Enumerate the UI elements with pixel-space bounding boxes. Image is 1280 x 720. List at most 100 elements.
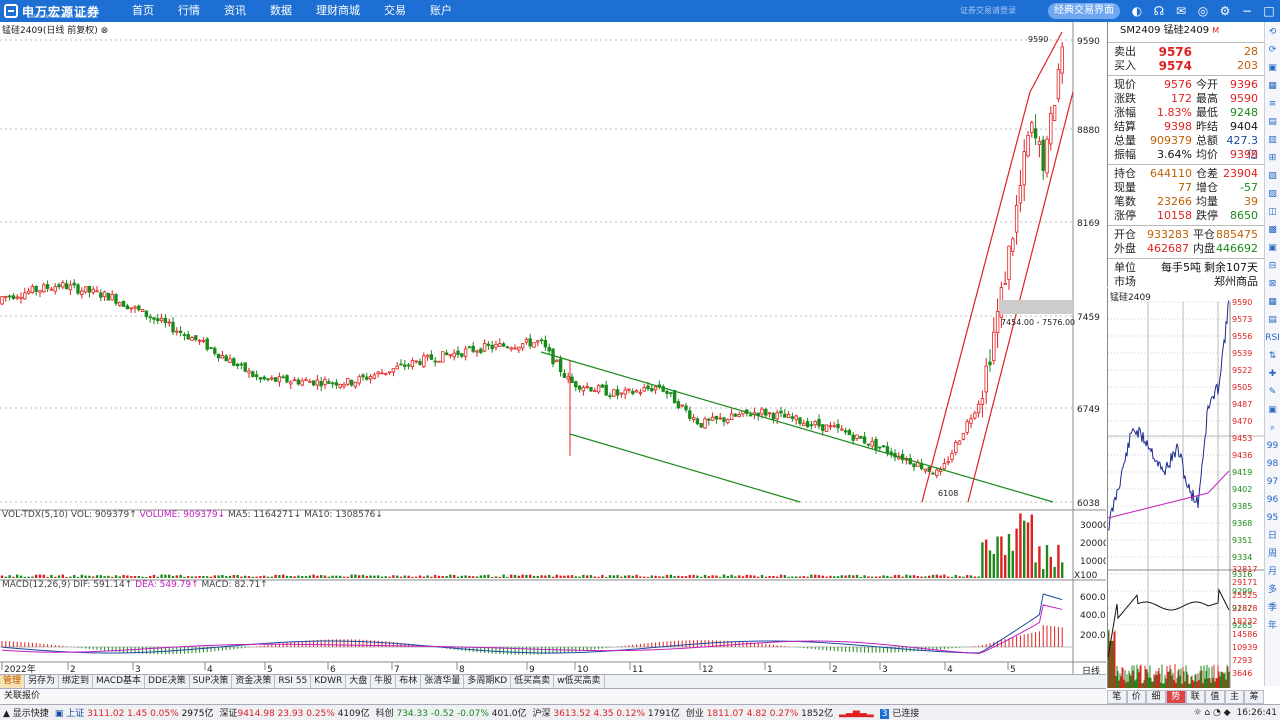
volume-bar — [874, 576, 878, 578]
sz-index[interactable]: 深证9414.98 23.93 0.25% 4109亿 — [216, 706, 372, 719]
vol-value: VOL: 909379↑ — [70, 510, 137, 520]
kc-index[interactable]: 科创 734.33 -0.52 -0.07% 401.0亿 — [373, 706, 530, 719]
side-tool-icon[interactable]: ✚ — [1265, 366, 1280, 382]
kline-chart-area[interactable]: 9590 8880 8169 7459 6749 6038 7454.00 - 7576.0… — [0, 22, 1106, 674]
settings-icon[interactable]: ⚙ — [1216, 2, 1234, 20]
intraday-tab[interactable]: 价 — [1126, 690, 1147, 704]
dark-mode-icon[interactable]: ◐ — [1128, 2, 1146, 20]
headset-icon[interactable]: ☊ — [1150, 2, 1168, 20]
hs-index[interactable]: 沪深 3613.52 4.35 0.12% 1791亿 — [530, 706, 683, 719]
intraday-tab[interactable]: 筹 — [1244, 690, 1264, 704]
sell-row[interactable]: 卖出 9576 28 — [1108, 45, 1264, 59]
side-tool-icon[interactable]: ▦ — [1265, 294, 1280, 310]
side-tool-icon[interactable]: ▤ — [1265, 312, 1280, 328]
menu-item[interactable]: 资讯 — [212, 0, 258, 22]
connection-status[interactable]: 3 已连接 — [877, 706, 923, 719]
indicator-tab[interactable]: 布林 — [396, 675, 422, 688]
side-tool-icon[interactable]: ⟳ — [1265, 42, 1280, 58]
maximize-icon[interactable]: □ — [1260, 2, 1278, 20]
menu-item[interactable]: 首页 — [120, 0, 166, 22]
indicator-tab[interactable]: SUP决策 — [190, 675, 233, 688]
side-tool-icon[interactable]: RSI — [1265, 330, 1280, 346]
side-tool-icon[interactable]: ⟲ — [1265, 24, 1280, 40]
sh-index[interactable]: ▣ 上证 3111.02 1.45 0.05% 2975亿 — [52, 706, 217, 719]
chart-close-icon[interactable]: ⊗ — [101, 26, 109, 36]
intraday-tab[interactable]: 联 — [1185, 690, 1206, 704]
side-tool-icon[interactable]: ▧ — [1265, 168, 1280, 184]
indicator-tab[interactable]: KDWR — [311, 675, 347, 688]
intraday-tab[interactable]: 笔 — [1107, 690, 1127, 704]
indicator-tab[interactable]: 牛股 — [371, 675, 397, 688]
candle-body — [790, 416, 795, 419]
side-tool-icon[interactable]: 98 — [1265, 456, 1280, 472]
menu-item[interactable]: 理财商城 — [304, 0, 372, 22]
side-tool-icon[interactable]: 月 — [1265, 564, 1280, 580]
side-tool-icon[interactable]: 96 — [1265, 492, 1280, 508]
kline-chart[interactable]: 9590888081697459674960387454.00 - 7576.0… — [0, 22, 1106, 674]
indicator-tab[interactable]: 张清华量 — [421, 675, 465, 688]
cy-index[interactable]: 创业 1811.07 4.82 0.27% 1852亿 — [683, 706, 836, 719]
indicator-tab[interactable]: 绑定到 — [59, 675, 94, 688]
side-tool-icon[interactable]: ≡ — [1265, 96, 1280, 112]
side-tool-icon[interactable]: ⇅ — [1265, 348, 1280, 364]
side-tool-icon[interactable]: ✎ — [1265, 384, 1280, 400]
volume-bar — [692, 574, 695, 578]
candle-body — [885, 446, 890, 453]
side-tool-icon[interactable]: 日 — [1265, 528, 1280, 544]
side-tool-icon[interactable]: ▨ — [1265, 186, 1280, 202]
side-tool-icon[interactable]: ▣ — [1265, 240, 1280, 256]
side-tool-icon[interactable]: 多 — [1265, 582, 1280, 598]
indicator-tab[interactable]: MACD基本 — [93, 675, 146, 688]
side-tool-icon[interactable]: ⌕ — [1265, 420, 1280, 436]
intraday-chart[interactable]: 9590 9573 9556 9539 9522 9505 9487 9470 9453 9436… — [1107, 288, 1265, 688]
side-tool-icon[interactable]: ▣ — [1265, 60, 1280, 76]
intraday-tab[interactable]: 细 — [1146, 690, 1166, 704]
menu-item[interactable]: 交易 — [372, 0, 418, 22]
side-tool-icon[interactable]: ▩ — [1265, 222, 1280, 238]
side-tool-icon[interactable]: ▤ — [1265, 114, 1280, 130]
low-marker: 6108 — [938, 489, 958, 498]
volume-bar — [817, 575, 821, 578]
indicator-tab[interactable]: w低买高卖 — [554, 675, 605, 688]
candle-body — [524, 338, 529, 343]
side-tool-icon[interactable]: 99 — [1265, 438, 1280, 454]
side-tool-icon[interactable]: 95 — [1265, 510, 1280, 526]
indicator-tab[interactable]: 低买高卖 — [511, 675, 555, 688]
side-tool-icon[interactable]: 年 — [1265, 618, 1280, 634]
side-tool-icon[interactable]: ▥ — [1265, 132, 1280, 148]
main-menu: 首页 行情 资讯 数据 理财商城 交易 账户 — [120, 0, 464, 22]
volume-bar — [1038, 546, 1041, 578]
intraday-tab[interactable]: 值 — [1205, 690, 1225, 704]
indicator-tab[interactable]: RSI 55 — [275, 675, 312, 688]
menu-item[interactable]: 行情 — [166, 0, 212, 22]
login-hint[interactable]: 证券交易请登录 — [960, 0, 1016, 22]
quick-toggle[interactable]: ▲ 显示快捷 — [0, 706, 52, 719]
mail-icon[interactable]: ✉ — [1172, 2, 1190, 20]
side-tool-icon[interactable]: ⊞ — [1265, 150, 1280, 166]
related-quotes-label[interactable]: 关联报价 — [0, 689, 1106, 704]
indicator-tab[interactable]: 另存为 — [25, 675, 60, 688]
menu-item[interactable]: 数据 — [258, 0, 304, 22]
volume-bar — [510, 574, 513, 578]
indicator-tab[interactable]: 多周期KD — [464, 675, 512, 688]
indicator-tab[interactable]: DDE决策 — [145, 675, 190, 688]
side-tool-icon[interactable]: ▣ — [1265, 402, 1280, 418]
menu-item[interactable]: 账户 — [418, 0, 464, 22]
minimize-icon[interactable]: − — [1238, 2, 1256, 20]
side-tool-icon[interactable]: 季 — [1265, 600, 1280, 616]
intraday-tab[interactable]: 主 — [1224, 690, 1245, 704]
side-tool-icon[interactable]: ⊠ — [1265, 276, 1280, 292]
indicator-tab[interactable]: 大盘 — [346, 675, 372, 688]
indicator-tab[interactable]: 资金决策 — [232, 675, 276, 688]
buy-row[interactable]: 买入 9574 203 — [1108, 59, 1264, 73]
intraday-tab[interactable]: 势 — [1165, 690, 1186, 704]
intraday-chart-svg[interactable]: 9590 9573 9556 9539 9522 9505 9487 9470 9453 9436… — [1107, 288, 1265, 688]
skin-icon[interactable]: ◎ — [1194, 2, 1212, 20]
side-tool-icon[interactable]: 周 — [1265, 546, 1280, 562]
classic-trade-button[interactable]: 经典交易界面 — [1048, 3, 1120, 19]
side-tool-icon[interactable]: ▦ — [1265, 78, 1280, 94]
side-tool-icon[interactable]: 97 — [1265, 474, 1280, 490]
indicator-tab[interactable]: 管理 — [0, 675, 26, 688]
side-tool-icon[interactable]: ⊟ — [1265, 258, 1280, 274]
side-tool-icon[interactable]: ◫ — [1265, 204, 1280, 220]
